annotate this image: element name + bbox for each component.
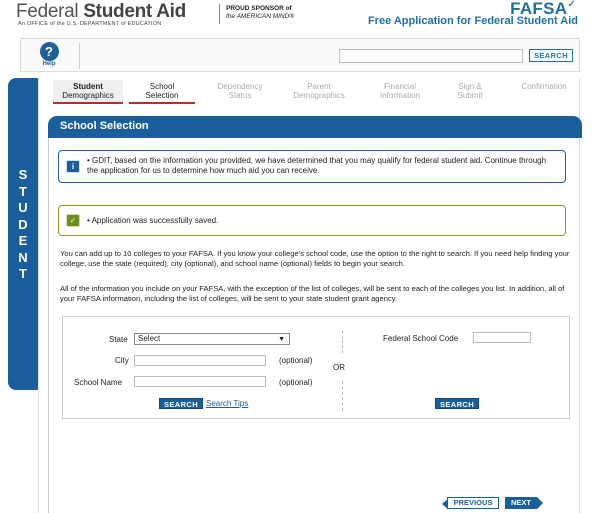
step-label: Status: [228, 91, 252, 100]
tab-letter: T: [19, 266, 27, 281]
step-label: Financial: [383, 82, 416, 91]
step-label: Demographics: [293, 91, 345, 100]
state-label: State: [109, 335, 128, 344]
search-tips-link[interactable]: Search Tips: [206, 399, 248, 408]
step-label: School: [149, 82, 175, 91]
city-optional-note: (optional): [279, 356, 313, 365]
tab-letter: T: [19, 183, 27, 199]
site-search-button[interactable]: SEARCH: [529, 49, 573, 62]
logo-text-light: Federal: [16, 1, 84, 22]
step-label: Student: [73, 82, 103, 91]
site-search-input[interactable]: [339, 49, 523, 63]
chevron-down-icon: ▼: [278, 336, 285, 343]
school-name-optional-note: (optional): [279, 378, 313, 387]
success-alert-text: • Application was successfully saved.: [87, 216, 219, 225]
step-student-demographics[interactable]: Student Demographics: [53, 80, 123, 104]
tab-letter: U: [18, 200, 28, 215]
page-title: School Selection: [60, 120, 149, 132]
step-label: Submit: [457, 91, 483, 100]
help-button[interactable]: ? Help: [37, 42, 61, 67]
info-alert-text: • GDIT, based on the information you pro…: [87, 156, 547, 175]
state-select[interactable]: Select ▼: [134, 333, 290, 345]
step-dependency-status: Dependency Status: [207, 80, 273, 104]
step-label: Confirmation: [521, 82, 567, 91]
school-search-form: State Select ▼ City (optional) School Na…: [62, 316, 570, 419]
student-section-tab: S T U D E N T: [8, 78, 38, 390]
or-label: OR: [333, 363, 345, 372]
help-icon: ?: [39, 42, 59, 61]
step-label: Selection: [145, 91, 179, 100]
info-icon: i: [66, 160, 80, 173]
checkmark-icon: ✓: [66, 214, 80, 227]
step-label: Sign &: [458, 82, 482, 91]
sponsor-text: PROUD SPONSOR of the AMERICAN MIND®: [226, 5, 294, 21]
or-divider: [342, 381, 343, 411]
step-confirmation: Confirmation: [509, 80, 579, 104]
step-school-selection[interactable]: School Selection: [129, 80, 195, 104]
step-sign-submit: Sign & Submit: [445, 80, 495, 104]
help-label: Help: [42, 61, 56, 67]
federal-school-code-input[interactable]: [473, 332, 531, 343]
code-search-button[interactable]: SEARCH: [435, 398, 479, 409]
fafsa-swoosh-icon: ✓: [567, 0, 576, 10]
city-label: City: [115, 356, 129, 365]
tab-letter: S: [18, 167, 28, 182]
student-tab-label: S T U D E N T: [8, 167, 38, 283]
logo-subtitle: An OFFICE of the U.S. DEPARTMENT of EDUC…: [18, 21, 162, 27]
progress-steps: Student Demographics School Selection Depe…: [49, 80, 579, 104]
city-input[interactable]: [134, 355, 266, 366]
site-header: Federal Student Aid An OFFICE of the U.S…: [0, 0, 600, 36]
header-divider: [219, 4, 220, 24]
sponsor-line-2: the AMERICAN MIND®: [226, 13, 295, 20]
topbar-divider: [79, 43, 80, 69]
or-divider: [342, 331, 343, 353]
step-parent-demographics: Parent Demographics: [281, 80, 357, 104]
tab-letter: E: [18, 233, 28, 248]
previous-button[interactable]: PREVIOUS: [442, 497, 499, 509]
sponsor-line-1: PROUD SPONSOR of: [226, 5, 292, 12]
step-label: Demographics: [62, 91, 114, 100]
school-search-button[interactable]: SEARCH: [159, 398, 203, 409]
step-financial-information: Financial Information: [365, 80, 435, 104]
federal-school-code-label: Federal School Code: [383, 334, 459, 343]
step-label: Dependency: [217, 82, 263, 91]
school-name-label: School Name: [74, 378, 123, 387]
fafsa-tagline: Free Application for Federal Student Aid: [367, 15, 578, 27]
eligibility-info-alert: i • GDIT, based on the information you p…: [58, 150, 566, 183]
utility-bar: ? Help SEARCH: [20, 38, 580, 72]
instructions-paragraph: You can add up to 10 colleges to your FA…: [60, 249, 570, 268]
privacy-paragraph: All of the information you include on yo…: [60, 284, 565, 303]
tab-letter: N: [18, 249, 28, 265]
step-label: Information: [379, 91, 421, 100]
save-success-alert: ✓ • Application was successfully saved.: [58, 205, 566, 236]
logo-text-bold: Student Aid: [83, 1, 186, 22]
step-label: Parent: [307, 82, 331, 91]
federal-student-aid-logo[interactable]: Federal Student Aid: [16, 1, 186, 23]
state-select-value: Select: [138, 334, 161, 343]
section-header: School Selection: [48, 116, 582, 138]
tab-letter: D: [18, 216, 28, 232]
school-name-input[interactable]: [134, 376, 266, 387]
next-button[interactable]: NEXT: [505, 497, 543, 509]
